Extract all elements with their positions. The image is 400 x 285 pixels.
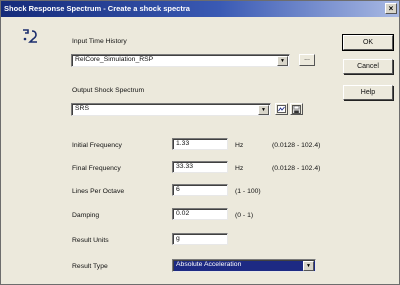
damping-label: Damping <box>72 212 100 219</box>
result-units-label: Result Units <box>72 237 109 244</box>
result-type-select[interactable]: Absolute Acceleration ▼ <box>172 259 316 272</box>
result-units-input[interactable]: g <box>172 233 228 245</box>
title-bar[interactable]: Shock Response Spectrum - Create a shock… <box>1 1 399 17</box>
close-icon[interactable]: × <box>385 3 397 14</box>
lines-per-octave-range: (1 - 100) <box>235 188 261 195</box>
output-shock-spectrum-combo[interactable]: SRS ▼ <box>71 103 271 116</box>
result-type-label: Result Type <box>72 263 108 270</box>
initial-frequency-label: Initial Frequency <box>72 142 122 149</box>
chevron-down-icon[interactable]: ▼ <box>277 56 288 66</box>
dialog-window: Shock Response Spectrum - Create a shock… <box>0 0 400 285</box>
save-icon <box>292 105 301 114</box>
lines-per-octave-input[interactable]: 6 <box>172 184 228 196</box>
input-time-history-combo[interactable]: RelCore_Simulation_RSP ▼ <box>71 54 290 67</box>
initial-frequency-range: (0.0128 - 102.4) <box>272 142 321 149</box>
initial-frequency-value: 1.33 <box>176 140 190 147</box>
initial-frequency-unit: Hz <box>235 142 244 149</box>
srs-app-icon <box>23 29 37 43</box>
result-units-value: g <box>176 235 180 242</box>
output-shock-spectrum-label: Output Shock Spectrum <box>72 87 145 94</box>
lines-per-octave-value: 6 <box>176 186 180 193</box>
chart-button[interactable] <box>275 103 288 115</box>
lines-per-octave-label: Lines Per Octave <box>72 188 125 195</box>
damping-value: 0.02 <box>176 210 190 217</box>
help-button[interactable]: Help <box>343 85 393 100</box>
input-time-history-value: RelCore_Simulation_RSP <box>75 56 154 63</box>
final-frequency-label: Final Frequency <box>72 165 121 172</box>
chevron-down-icon[interactable]: ▼ <box>303 261 314 271</box>
result-type-value: Absolute Acceleration <box>176 261 242 268</box>
final-frequency-input[interactable]: 33.33 <box>172 161 228 173</box>
final-frequency-unit: Hz <box>235 165 244 172</box>
final-frequency-range: (0.0128 - 102.4) <box>272 165 321 172</box>
initial-frequency-input[interactable]: 1.33 <box>172 138 228 150</box>
input-time-history-label: Input Time History <box>72 38 127 45</box>
damping-input[interactable]: 0.02 <box>172 208 228 220</box>
window-title: Shock Response Spectrum - Create a shock… <box>4 4 190 13</box>
output-shock-spectrum-value: SRS <box>75 105 89 112</box>
browse-button[interactable]: ... <box>299 54 315 66</box>
chevron-down-icon[interactable]: ▼ <box>258 105 269 115</box>
cancel-button[interactable]: Cancel <box>343 59 393 74</box>
ellipsis-icon: ... <box>304 55 310 62</box>
ok-button[interactable]: OK <box>342 34 394 51</box>
chart-icon <box>277 105 286 113</box>
damping-range: (0 - 1) <box>235 212 254 219</box>
final-frequency-value: 33.33 <box>176 163 194 170</box>
save-button[interactable] <box>290 103 303 115</box>
